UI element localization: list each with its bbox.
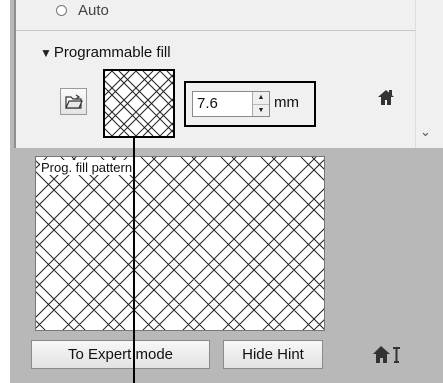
to-expert-mode-button[interactable]: To Expert mode [31, 340, 210, 369]
chevron-down-icon[interactable]: ⌄ [420, 124, 431, 140]
spin-up-button[interactable]: ▲ [253, 92, 269, 104]
fill-pattern-preview[interactable] [103, 69, 175, 138]
spin-down-button[interactable]: ▼ [253, 103, 269, 116]
divider [16, 30, 416, 31]
home-icon[interactable] [376, 88, 396, 106]
auto-radio-label: Auto [78, 2, 109, 19]
folder-open-icon [64, 94, 83, 109]
programmable-fill-section-header[interactable]: ▼ Programmable fill [40, 44, 171, 61]
home-with-pin-icon[interactable] [372, 344, 402, 364]
callout-line [133, 138, 135, 383]
triangle-down-icon: ▼ [40, 45, 52, 60]
pattern-size-value[interactable]: 7.6 [193, 92, 252, 116]
pattern-size-unit: mm [274, 94, 299, 111]
small-weave-pattern [105, 71, 173, 136]
auto-radio-option[interactable]: Auto [56, 2, 109, 19]
radio-button[interactable] [56, 5, 67, 16]
large-weave-pattern [36, 157, 324, 330]
pattern-size-spinbox[interactable]: 7.6 ▲ ▼ [192, 91, 270, 117]
hint-pattern-preview [35, 156, 325, 331]
hide-hint-button[interactable]: Hide Hint [223, 340, 323, 369]
section-title: Programmable fill [53, 44, 171, 61]
open-pattern-button[interactable] [60, 88, 87, 115]
hint-label: Prog. fill pattern [40, 160, 134, 175]
